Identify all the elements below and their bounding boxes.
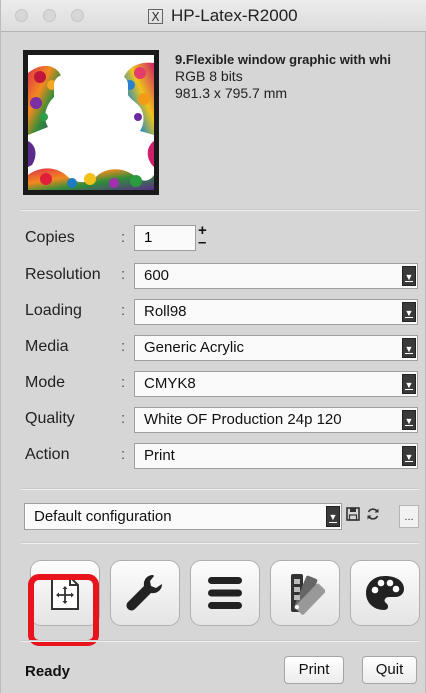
status-text: Ready bbox=[25, 663, 71, 680]
quit-button[interactable]: Quit bbox=[362, 656, 417, 684]
separator bbox=[21, 640, 419, 642]
more-options-button[interactable]: ... bbox=[399, 505, 419, 528]
zoom-window-button[interactable] bbox=[71, 9, 84, 22]
dropdown-arrow-icon[interactable]: ▼ bbox=[402, 410, 416, 430]
copies-colon: : bbox=[121, 229, 126, 246]
x11-icon: X bbox=[148, 8, 163, 24]
configuration-value: Default configuration bbox=[34, 508, 172, 525]
action-select[interactable]: Print ▼ bbox=[134, 443, 418, 469]
dropdown-arrow-icon[interactable]: ▼ bbox=[402, 266, 416, 286]
action-colon: : bbox=[121, 446, 126, 463]
loading-colon: : bbox=[121, 302, 126, 319]
job-thumbnail bbox=[23, 50, 159, 195]
resolution-value: 600 bbox=[144, 267, 170, 284]
separator bbox=[21, 488, 419, 490]
dropdown-arrow-icon[interactable]: ▼ bbox=[402, 338, 416, 358]
dropdown-arrow-icon[interactable]: ▼ bbox=[402, 446, 416, 466]
quality-select[interactable]: White OF Production 24p 120 ▼ bbox=[134, 407, 418, 433]
menu-icon bbox=[208, 577, 242, 609]
media-label: Media bbox=[25, 338, 69, 355]
print-window: X HP-Latex-R2000 9.Flexible window graph… bbox=[0, 0, 426, 693]
action-label: Action bbox=[25, 446, 70, 463]
job-color-mode: RGB 8 bits bbox=[175, 68, 243, 84]
reload-configuration-button[interactable] bbox=[364, 505, 382, 528]
mode-label: Mode bbox=[25, 374, 66, 391]
close-window-button[interactable] bbox=[15, 9, 28, 22]
refresh-icon bbox=[367, 508, 379, 520]
dropdown-arrow-icon[interactable]: ▼ bbox=[326, 506, 340, 527]
quality-colon: : bbox=[121, 410, 126, 427]
color-swatches-button[interactable] bbox=[270, 560, 340, 626]
action-value: Print bbox=[144, 447, 175, 464]
window-title: X HP-Latex-R2000 bbox=[148, 6, 298, 26]
separator bbox=[21, 542, 419, 544]
loading-value: Roll98 bbox=[144, 303, 187, 320]
media-colon: : bbox=[121, 338, 126, 355]
configuration-select[interactable]: Default configuration ▼ bbox=[24, 503, 342, 530]
save-configuration-button[interactable] bbox=[344, 505, 362, 528]
quality-value: White OF Production 24p 120 bbox=[144, 411, 342, 428]
resolution-colon: : bbox=[121, 266, 126, 283]
dropdown-arrow-icon[interactable]: ▼ bbox=[402, 302, 416, 322]
title-bar[interactable]: X HP-Latex-R2000 bbox=[1, 0, 426, 32]
loading-label: Loading bbox=[25, 302, 82, 319]
copies-input[interactable]: 1 bbox=[134, 225, 196, 251]
copies-stepper[interactable]: + – bbox=[198, 223, 207, 251]
media-select[interactable]: Generic Acrylic ▼ bbox=[134, 335, 418, 361]
print-button[interactable]: Print bbox=[284, 656, 344, 684]
mode-colon: : bbox=[121, 374, 126, 391]
settings-button[interactable] bbox=[110, 560, 180, 626]
palette-icon bbox=[366, 576, 404, 610]
mode-select[interactable]: CMYK8 ▼ bbox=[134, 371, 418, 397]
loading-select[interactable]: Roll98 ▼ bbox=[134, 299, 418, 325]
job-size: 981.3 x 795.7 mm bbox=[175, 85, 288, 101]
queue-button[interactable] bbox=[190, 560, 260, 626]
selection-highlight bbox=[28, 574, 99, 646]
mode-value: CMYK8 bbox=[144, 375, 196, 392]
floral-frame-thumbnail bbox=[28, 55, 154, 190]
job-info: 9.Flexible window graphic with whi RGB 8… bbox=[175, 51, 391, 102]
resolution-label: Resolution bbox=[25, 266, 101, 283]
color-palette-button[interactable] bbox=[350, 560, 420, 626]
wrench-icon bbox=[126, 575, 162, 611]
swatch-fan-icon bbox=[291, 574, 325, 615]
quality-label: Quality bbox=[25, 410, 75, 427]
dropdown-arrow-icon[interactable]: ▼ bbox=[402, 374, 416, 394]
media-value: Generic Acrylic bbox=[144, 339, 245, 356]
copies-label: Copies bbox=[25, 229, 75, 246]
separator bbox=[21, 209, 419, 211]
save-icon bbox=[346, 507, 360, 521]
minimize-window-button[interactable] bbox=[43, 9, 56, 22]
window-title-text: HP-Latex-R2000 bbox=[171, 6, 298, 25]
resolution-select[interactable]: 600 ▼ bbox=[134, 263, 418, 289]
job-file-name: 9.Flexible window graphic with whi bbox=[175, 52, 391, 67]
copies-decrement-button[interactable]: – bbox=[198, 235, 207, 250]
